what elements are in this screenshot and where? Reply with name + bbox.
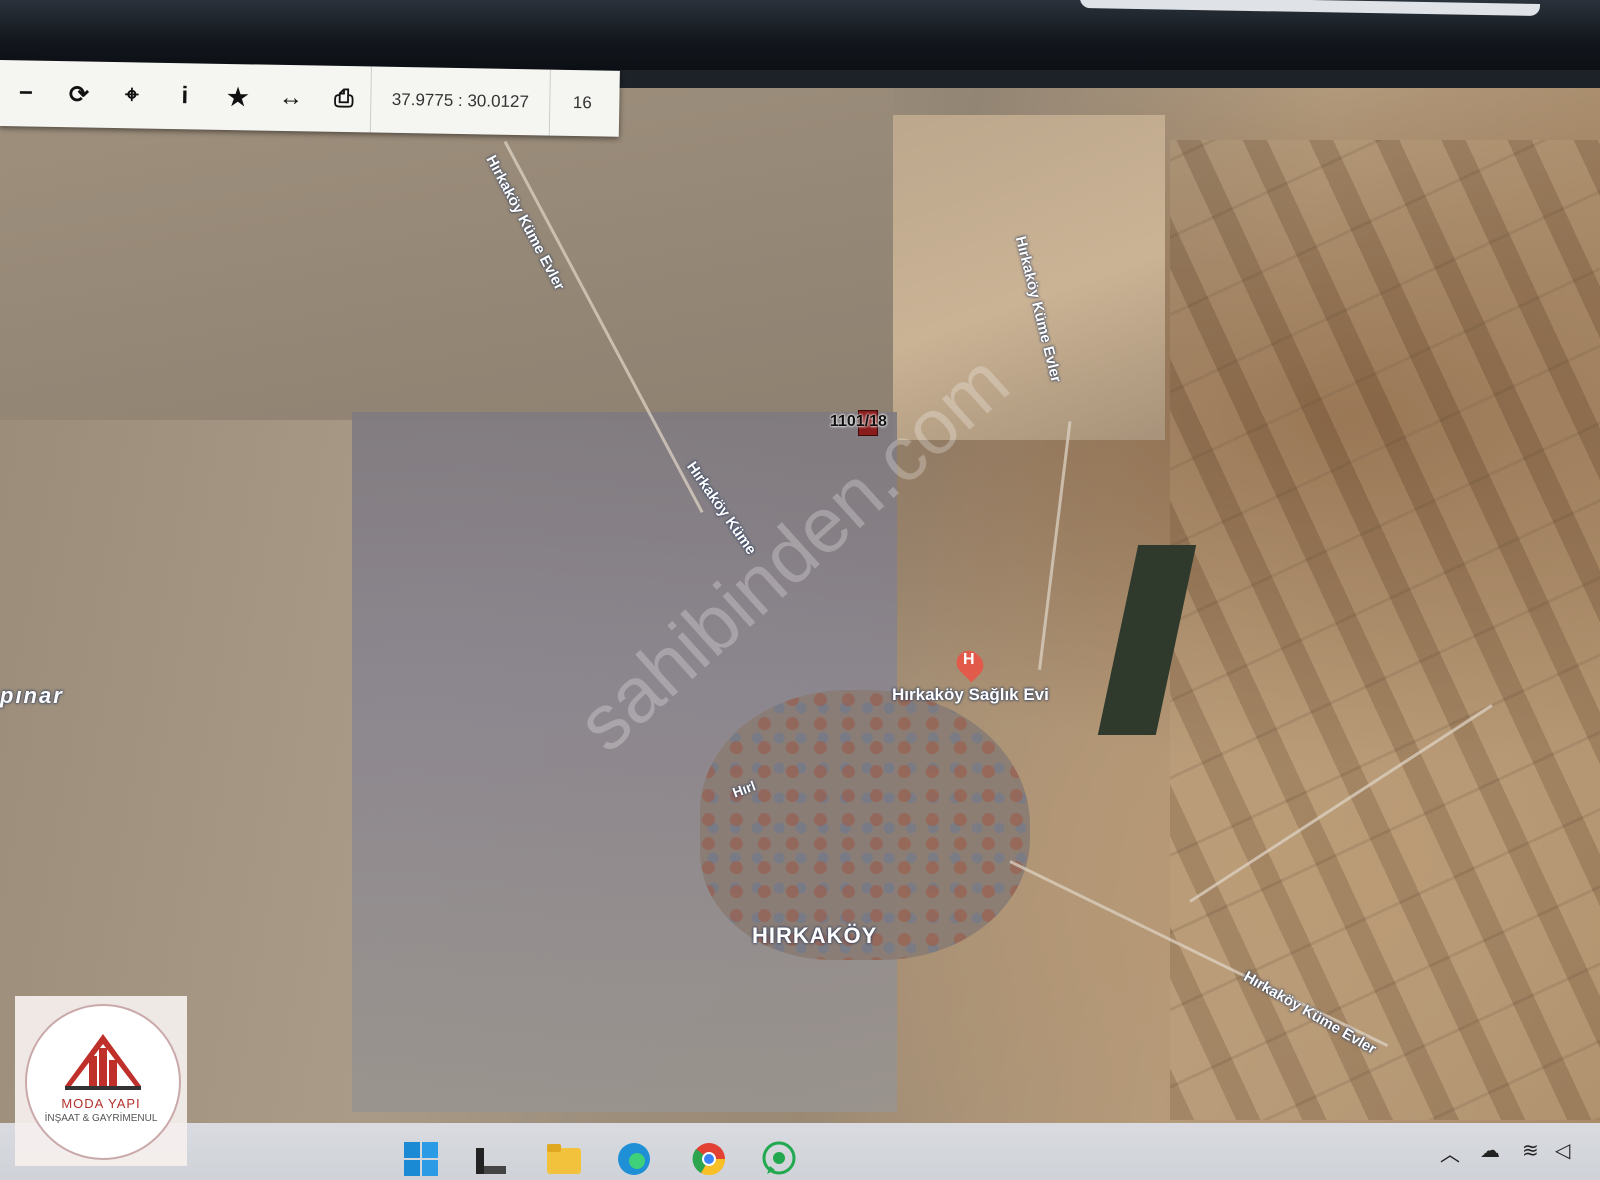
photo-of-monitor: sahibinden.com Hırkaköy Küme Evler Hırka… [0,0,1600,1180]
windows-start-icon[interactable] [402,1140,440,1178]
whatsapp-icon[interactable] [760,1140,798,1178]
chevron-up-icon[interactable]: ︿ [1440,1138,1460,1167]
taskview-icon[interactable] [472,1140,510,1178]
print-icon: ⎙ [334,84,354,113]
file-explorer-icon[interactable] [545,1140,583,1178]
window-edge [1080,0,1540,17]
logo-badge [25,1004,181,1160]
locate-button[interactable]: ⌖ [105,62,159,129]
taskbar [0,1123,1600,1180]
info-icon: i [181,82,189,110]
poi-label: Hırkaköy Sağlık Evi [892,685,1049,704]
map-toolbar: − ⟳ ⌖ i ★ ↔ ⎙ 37.9775 : 30.0127 16 [0,60,620,137]
place-label: pınar [0,683,64,708]
window-top-bar [0,0,1600,70]
parcel-label: 1101/18 [830,413,887,430]
measure-icon: ↔ [278,83,304,112]
refresh-button[interactable]: ⟳ [52,61,106,128]
edge-icon[interactable] [615,1140,653,1178]
logo-subtitle: İNŞAAT & GAYRİMENUL [44,1113,158,1124]
logo-name: MODA YAPI [61,1096,141,1111]
measure-button[interactable]: ↔ [264,65,318,132]
coordinate-readout: 37.9775 : 30.0127 [369,66,551,136]
wifi-icon[interactable]: ≋ [1522,1138,1539,1163]
favorite-button[interactable]: ★ [211,64,265,131]
zoom-out-icon: − [18,79,34,107]
volume-icon[interactable]: ◁ [1555,1138,1570,1163]
print-button[interactable]: ⎙ [317,66,371,133]
company-logo: MODA YAPI İNŞAAT & GAYRİMENUL [15,996,187,1166]
zoom-level: 16 [572,93,592,113]
map-tile-north [0,88,893,420]
onedrive-sync-icon[interactable]: ☁ [1480,1138,1500,1163]
info-button[interactable]: i [158,63,212,130]
chrome-icon[interactable] [690,1140,728,1178]
favorite-star-icon: ★ [226,83,249,111]
locate-icon: ⌖ [124,81,139,109]
zoom-out-button[interactable]: − [0,60,53,127]
building-logo-icon [65,1034,141,1090]
village-label: HIRKAKÖY [752,923,878,948]
refresh-icon: ⟳ [68,80,90,109]
marker-letter: H [963,651,975,668]
village-area [700,690,1030,960]
